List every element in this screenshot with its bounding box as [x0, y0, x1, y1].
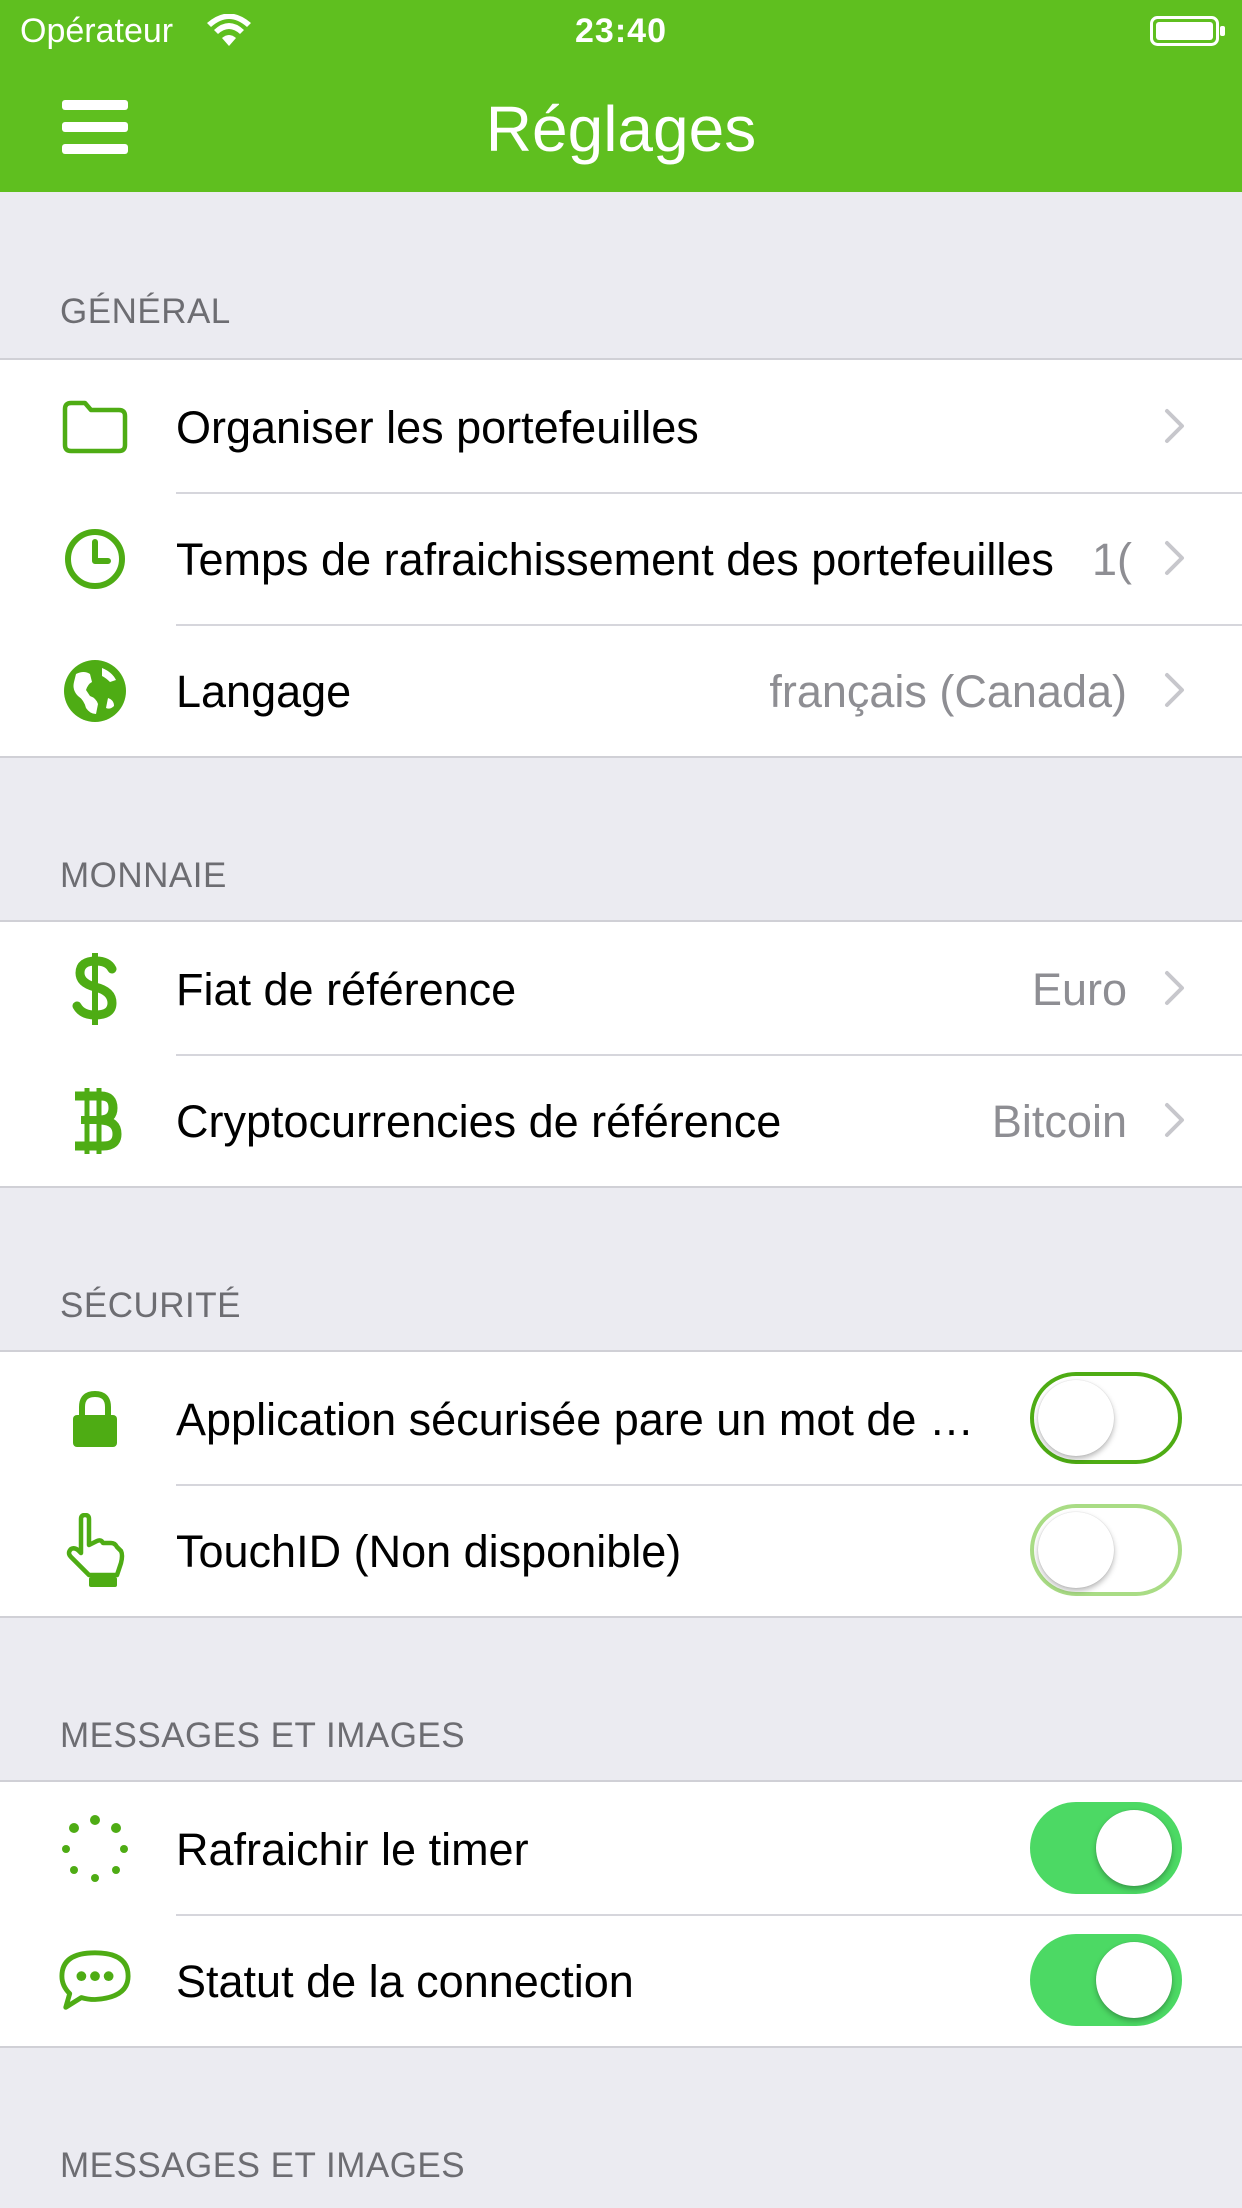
- toggle-knob: [1096, 1810, 1172, 1886]
- lock-icon: [58, 1384, 132, 1454]
- chevron-right-icon: [1165, 541, 1184, 575]
- toggle-knob: [1038, 1380, 1114, 1456]
- section-header-general: GÉNÉRAL: [60, 292, 231, 331]
- chevron-right-icon: [1165, 673, 1184, 707]
- chevron-right-icon: [1165, 1103, 1184, 1137]
- section-header-currency: MONNAIE: [60, 856, 227, 895]
- row-value: français (Canada): [769, 666, 1127, 717]
- row-fiat-reference[interactable]: Fiat de référence Euro: [0, 922, 1242, 1054]
- folder-icon: [58, 392, 132, 462]
- navigation-header: Opérateur 23:40 Réglages: [0, 0, 1242, 192]
- row-connection-status: Statut de la connection: [0, 1914, 1242, 2046]
- row-label: Statut de la connection: [176, 1956, 634, 2007]
- row-touchid: TouchID (Non disponible): [0, 1484, 1242, 1616]
- refresh-timer-toggle[interactable]: [1030, 1802, 1182, 1894]
- row-password-lock: Application sécurisée pare un mot de pas…: [0, 1352, 1242, 1484]
- spinner-icon: [58, 1814, 132, 1884]
- section-header-messages-2: MESSAGES ET IMAGES: [60, 2146, 466, 2185]
- row-value: 1(: [1091, 534, 1132, 585]
- row-label: Fiat de référence: [176, 964, 517, 1015]
- chevron-right-icon: [1165, 409, 1184, 443]
- row-value: Euro: [1031, 964, 1127, 1015]
- toggle-knob: [1096, 1942, 1172, 2018]
- section-general: Organiser les portefeuilles Temps de raf…: [0, 358, 1242, 758]
- section-security: Application sécurisée pare un mot de pas…: [0, 1350, 1242, 1618]
- row-crypto-reference[interactable]: Cryptocurrencies de référence Bitcoin: [0, 1054, 1242, 1186]
- section-header-messages: MESSAGES ET IMAGES: [60, 1716, 466, 1755]
- page-title: Réglages: [485, 93, 757, 165]
- row-label: TouchID (Non disponible): [176, 1526, 682, 1577]
- row-label: Rafraichir le timer: [176, 1824, 529, 1875]
- password-lock-toggle[interactable]: [1030, 1372, 1182, 1464]
- toggle-knob: [1038, 1512, 1114, 1588]
- row-label: Temps de rafraichissement des portefeuil…: [176, 534, 1054, 585]
- touchid-toggle[interactable]: [1030, 1504, 1182, 1596]
- row-label: Cryptocurrencies de référence: [176, 1096, 782, 1147]
- status-time: 23:40: [575, 12, 667, 50]
- connection-status-toggle[interactable]: [1030, 1934, 1182, 2026]
- dollar-icon: [58, 953, 132, 1025]
- status-bar: Opérateur 23:40: [0, 0, 1242, 60]
- row-refresh-timer: Rafraichir le timer: [0, 1782, 1242, 1914]
- bitcoin-icon: [58, 1086, 132, 1156]
- chat-bubble-icon: [58, 1946, 132, 2016]
- row-label: Organiser les portefeuilles: [176, 402, 699, 453]
- clock-icon: [58, 524, 132, 594]
- battery-icon: [1150, 16, 1225, 46]
- row-value: Bitcoin: [991, 1096, 1127, 1147]
- globe-icon: [58, 656, 132, 726]
- row-language[interactable]: Langage français (Canada): [0, 624, 1242, 756]
- row-label: Langage: [176, 666, 352, 717]
- section-messages: Rafraichir le timer Statut de la connect…: [0, 1780, 1242, 2048]
- chevron-right-icon: [1165, 971, 1184, 1005]
- row-refresh-time[interactable]: Temps de rafraichissement des portefeuil…: [0, 492, 1242, 624]
- row-label: Application sécurisée pare un mot de pas…: [176, 1394, 998, 1445]
- section-currency: Fiat de référence Euro Cryptocurrencies …: [0, 920, 1242, 1188]
- section-header-security: SÉCURITÉ: [60, 1286, 241, 1325]
- touch-hand-icon: [58, 1513, 132, 1587]
- row-organize-wallets[interactable]: Organiser les portefeuilles: [0, 360, 1242, 492]
